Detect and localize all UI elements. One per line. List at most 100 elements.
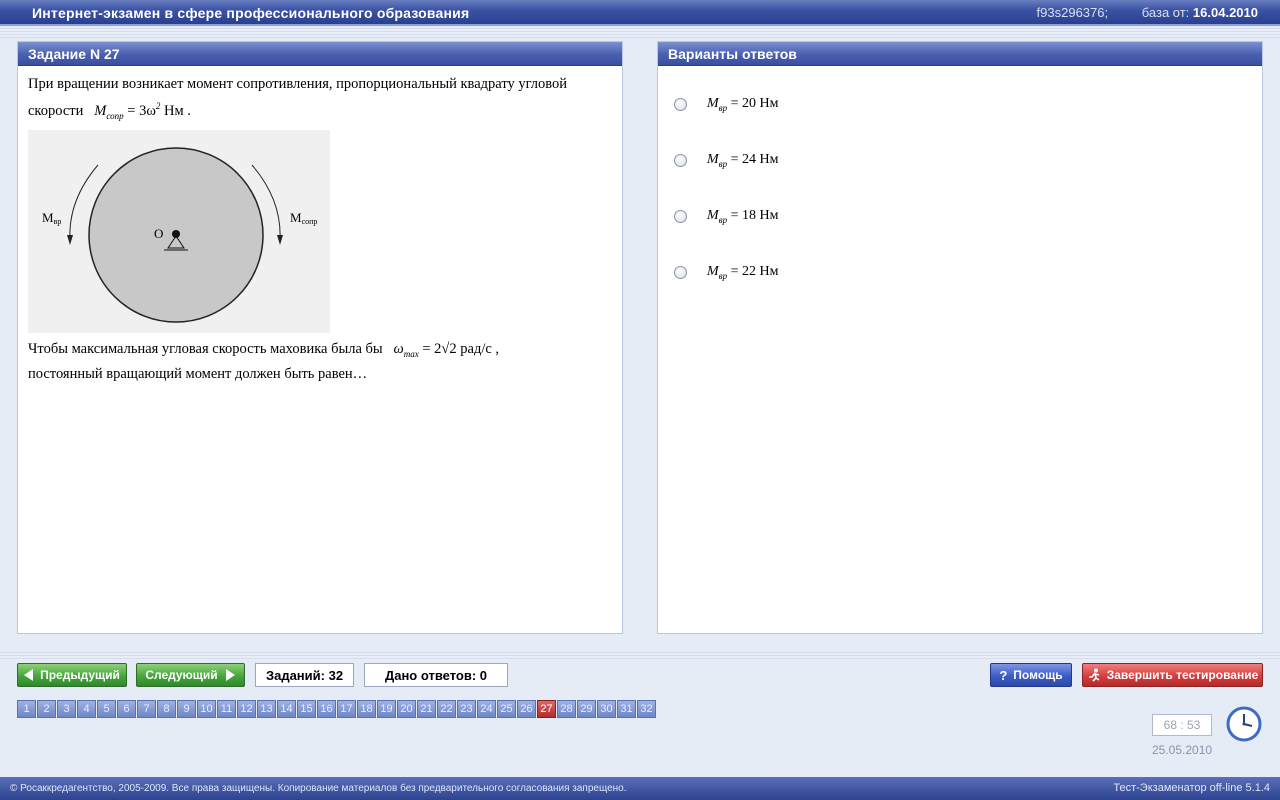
task-title: Задание N 27 xyxy=(18,42,622,66)
page-button-9[interactable]: 9 xyxy=(177,700,196,718)
task-panel: Задание N 27 При вращении возникает моме… xyxy=(17,41,623,634)
tasks-count: Заданий: 32 xyxy=(255,663,354,687)
answer-option-2[interactable]: Mвр = 24 Нм xyxy=(674,150,778,170)
page-button-27[interactable]: 27 xyxy=(537,700,556,718)
question-pager: 1 2 3 4 5 6 7 8 9 10 11 12 13 14 15 16 17 18 19 20 21 22 23 24 2… xyxy=(17,700,657,718)
answer-option-3[interactable]: Mвр = 18 Нм xyxy=(674,206,778,226)
page-button-31[interactable]: 31 xyxy=(617,700,636,718)
page-button-25[interactable]: 25 xyxy=(497,700,516,718)
finish-button[interactable]: Завершить тестирование xyxy=(1082,663,1263,687)
page-button-12[interactable]: 12 xyxy=(237,700,256,718)
task-line-4: постоянный вращающий момент должен быть … xyxy=(28,366,368,382)
finish-button-label: Завершить тестирование xyxy=(1106,668,1259,682)
answer-radio-3[interactable] xyxy=(674,209,687,223)
running-man-icon xyxy=(1088,668,1100,682)
flywheel-figure: Mвр O Mсопр xyxy=(28,130,330,333)
next-button-label: Следующий xyxy=(145,668,218,682)
answer-symbol-2: M xyxy=(707,151,719,167)
session-code: f93s296376; xyxy=(1036,5,1109,20)
page-button-13[interactable]: 13 xyxy=(257,700,276,718)
page-button-32[interactable]: 32 xyxy=(637,700,656,718)
base-label: база от: xyxy=(1141,5,1190,20)
page-button-17[interactable]: 17 xyxy=(337,700,356,718)
arrow-left-icon xyxy=(24,669,34,681)
page-button-23[interactable]: 23 xyxy=(457,700,476,718)
omega-symbol: ω xyxy=(393,341,404,357)
footer: © Росаккредагентство, 2005-2009. Все пра… xyxy=(0,777,1280,800)
page-button-14[interactable]: 14 xyxy=(277,700,296,718)
label-o: O xyxy=(154,226,163,241)
page-button-21[interactable]: 21 xyxy=(417,700,436,718)
page-button-24[interactable]: 24 xyxy=(477,700,496,718)
formula-unit: Нм . xyxy=(164,103,191,119)
clock-icon xyxy=(1226,706,1262,742)
answers-title: Варианты ответов xyxy=(658,42,1262,66)
page-button-26[interactable]: 26 xyxy=(517,700,536,718)
page-button-2[interactable]: 2 xyxy=(37,700,56,718)
answer-option-1[interactable]: Mвр = 20 Нм xyxy=(674,94,778,114)
page-button-1[interactable]: 1 xyxy=(17,700,36,718)
answer-symbol-4: M xyxy=(707,263,719,279)
arrow-right-icon xyxy=(225,669,235,681)
page-button-8[interactable]: 8 xyxy=(157,700,176,718)
answer-option-4[interactable]: Mвр = 22 Нм xyxy=(674,262,778,282)
formula-m: M xyxy=(94,103,107,119)
page-button-4[interactable]: 4 xyxy=(77,700,96,718)
formula-m-sub: сопр xyxy=(106,111,124,121)
page-button-6[interactable]: 6 xyxy=(117,700,136,718)
page-button-19[interactable]: 19 xyxy=(377,700,396,718)
page-button-16[interactable]: 16 xyxy=(317,700,336,718)
answer-symbol-3: M xyxy=(707,207,719,223)
omega-sub: max xyxy=(403,349,419,359)
page-button-28[interactable]: 28 xyxy=(557,700,576,718)
page-button-30[interactable]: 30 xyxy=(597,700,616,718)
omega-rhs: = 2√2 xyxy=(422,341,457,357)
page-button-29[interactable]: 29 xyxy=(577,700,596,718)
answer-value-2: = 24 Нм xyxy=(730,151,779,167)
app-title: Интернет-экзамен в сфере профессионально… xyxy=(32,5,470,21)
decor-band-top xyxy=(0,28,1280,38)
label-m-vr: Mвр xyxy=(42,210,61,226)
decor-band-bottom xyxy=(0,652,1280,660)
task-line-2: скорости Mсопр = 3ω2 Нм . xyxy=(28,96,612,126)
answer-radio-2[interactable] xyxy=(674,153,687,167)
answer-value-1: = 20 Нм xyxy=(730,95,779,111)
resistance-formula: Mсопр = 3ω2 Нм . xyxy=(94,101,191,121)
task-line-3-prefix: Чтобы максимальная угловая скорость махо… xyxy=(28,341,383,357)
resistance-moment-arrowhead xyxy=(277,235,283,245)
answer-radio-4[interactable] xyxy=(674,265,687,279)
answers-given-count: Дано ответов: 0 xyxy=(364,663,508,687)
answer-symbol-1: M xyxy=(707,95,719,111)
page-button-7[interactable]: 7 xyxy=(137,700,156,718)
task-text: При вращении возникает момент сопротивле… xyxy=(18,66,622,392)
driving-moment-arrowhead xyxy=(67,235,73,245)
answer-sub-2: вр xyxy=(718,158,728,169)
footer-version: Тест-Экзаменатор off-line 5.1.4 xyxy=(1113,782,1270,794)
answer-sub-4: вр xyxy=(718,270,728,281)
page-button-22[interactable]: 22 xyxy=(437,700,456,718)
page-button-5[interactable]: 5 xyxy=(97,700,116,718)
answer-radio-1[interactable] xyxy=(674,97,687,111)
current-date: 25.05.2010 xyxy=(1152,743,1213,757)
help-button-label: Помощь xyxy=(1013,668,1063,682)
task-line-1: При вращении возникает момент сопротивле… xyxy=(28,76,568,92)
timer-display: 68 : 53 xyxy=(1152,714,1212,736)
page-button-15[interactable]: 15 xyxy=(297,700,316,718)
prev-button-label: Предыдущий xyxy=(40,668,120,682)
answer-text-3: Mвр = 18 Нм xyxy=(707,208,778,225)
page-button-20[interactable]: 20 xyxy=(397,700,416,718)
answer-value-3: = 18 Нм xyxy=(730,207,779,223)
app-header: Интернет-экзамен в сфере профессионально… xyxy=(0,0,1280,26)
help-button[interactable]: ? Помощь xyxy=(990,663,1072,687)
task-line-2-prefix: скорости xyxy=(28,103,84,119)
omega-formula: ωmax = 2√2 рад/с , xyxy=(393,341,500,359)
page-button-10[interactable]: 10 xyxy=(197,700,216,718)
page-button-11[interactable]: 11 xyxy=(217,700,236,718)
answer-text-2: Mвр = 24 Нм xyxy=(707,152,778,169)
page-button-18[interactable]: 18 xyxy=(357,700,376,718)
answer-sub-1: вр xyxy=(718,102,728,113)
prev-button[interactable]: Предыдущий xyxy=(17,663,127,687)
next-button[interactable]: Следующий xyxy=(136,663,245,687)
page-button-3[interactable]: 3 xyxy=(57,700,76,718)
answer-value-4: = 22 Нм xyxy=(730,263,779,279)
